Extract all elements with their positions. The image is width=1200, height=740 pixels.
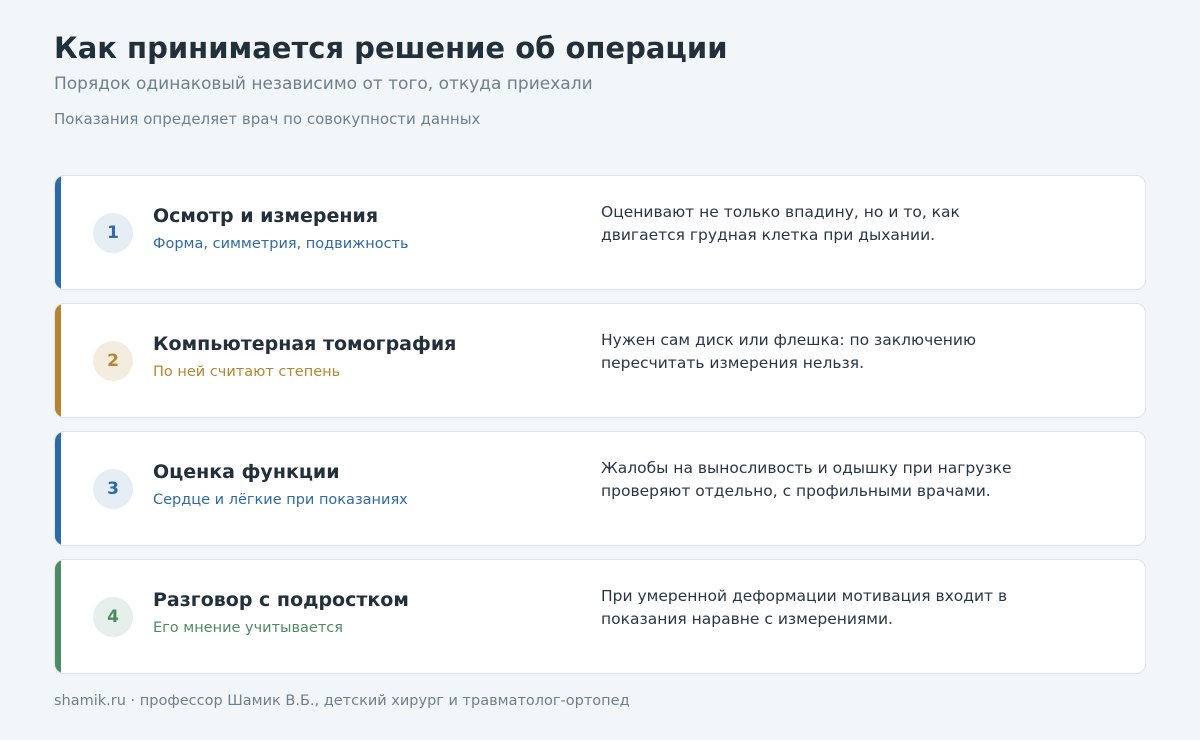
- page-note: Показания определяет врач по совокупност…: [54, 110, 481, 128]
- step-description-line: Нужен сам диск или флешка: по заключению: [601, 331, 977, 349]
- step-number-badge: 2: [93, 341, 133, 381]
- step-accent-bar: [55, 560, 61, 673]
- step-subtitle: Сердце и лёгкие при показаниях: [153, 492, 408, 508]
- step-description: Оценивают не только впадину, но и то, ка…: [601, 201, 1041, 247]
- step-description-line: показания наравне с измерениями.: [601, 610, 893, 628]
- page-subtitle: Порядок одинаковый независимо от того, о…: [54, 74, 593, 94]
- step-subtitle: Форма, симметрия, подвижность: [153, 236, 409, 252]
- step-title: Оценка функции: [153, 461, 340, 483]
- step-number-badge: 4: [93, 597, 133, 637]
- step-accent-bar: [55, 432, 61, 545]
- step-description: При умеренной деформации мотивация входи…: [601, 585, 1041, 631]
- step-description: Нужен сам диск или флешка: по заключению…: [601, 329, 1041, 375]
- step-subtitle: Его мнение учитывается: [153, 620, 343, 636]
- step-title: Осмотр и измерения: [153, 205, 379, 227]
- steps-list: 1 Осмотр и измерения Форма, симметрия, п…: [54, 175, 1146, 687]
- step-card-2: 2 Компьютерная томография По ней считают…: [54, 303, 1146, 418]
- step-subtitle: По ней считают степень: [153, 364, 341, 380]
- page-header: Как принимается решение об операции Поря…: [54, 30, 1146, 130]
- step-title: Разговор с подростком: [153, 589, 409, 611]
- step-description-line: Оценивают не только впадину, но и то, ка…: [601, 203, 960, 221]
- step-description-line: пересчитать измерения нельзя.: [601, 354, 865, 372]
- step-accent-bar: [55, 176, 61, 289]
- step-card-1: 1 Осмотр и измерения Форма, симметрия, п…: [54, 175, 1146, 290]
- step-number-badge: 1: [93, 213, 133, 253]
- step-accent-bar: [55, 304, 61, 417]
- page-title: Как принимается решение об операции: [54, 31, 728, 65]
- page-footer: shamik.ru · профессор Шамик В.Б., детски…: [54, 693, 630, 709]
- step-description: Жалобы на выносливость и одышку при нагр…: [601, 457, 1041, 503]
- step-description-line: двигается грудная клетка при дыхании.: [601, 226, 936, 244]
- step-description-line: проверяют отдельно, с профильными врачам…: [601, 482, 991, 500]
- step-number-badge: 3: [93, 469, 133, 509]
- step-description-line: Жалобы на выносливость и одышку при нагр…: [601, 459, 1012, 477]
- step-card-4: 4 Разговор с подростком Его мнение учиты…: [54, 559, 1146, 674]
- step-card-3: 3 Оценка функции Сердце и лёгкие при пок…: [54, 431, 1146, 546]
- step-title: Компьютерная томография: [153, 333, 457, 355]
- step-description-line: При умеренной деформации мотивация входи…: [601, 587, 1008, 605]
